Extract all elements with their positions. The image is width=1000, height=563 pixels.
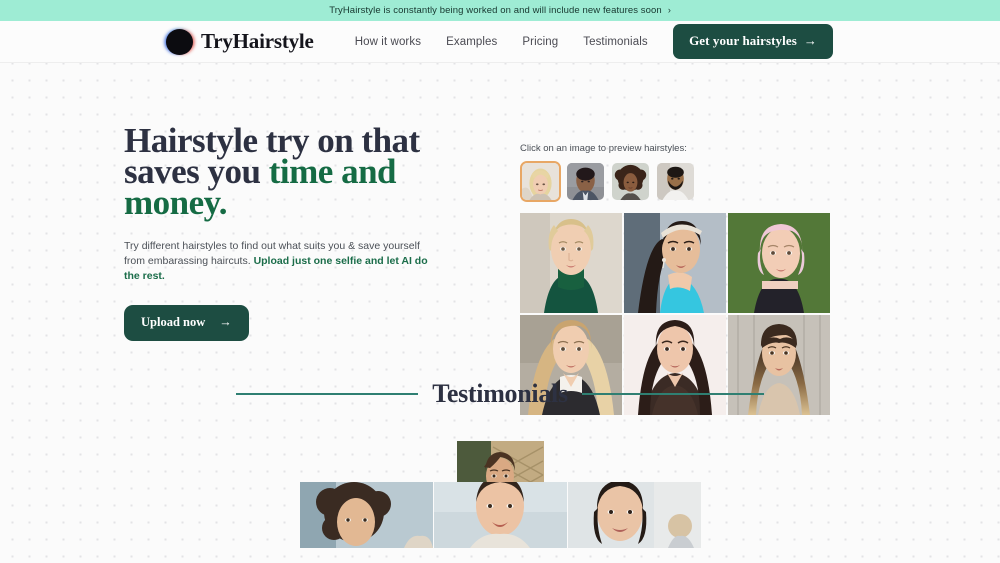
thumbnail-row — [520, 161, 835, 202]
hero-copy: Hairstyle try on that saves you time and… — [124, 123, 454, 341]
thumbnail-dark-haired-man[interactable] — [565, 161, 606, 202]
sleek-ponytail-image — [624, 213, 726, 313]
hero-title-line3-accent: money. — [124, 183, 227, 222]
nav-item-pricing[interactable]: Pricing — [522, 36, 558, 48]
smiling-person-photo — [434, 482, 567, 548]
divider-line-right — [581, 393, 764, 395]
hero-subtitle: Try different hairstyles to find out wha… — [124, 239, 436, 284]
get-your-hairstyles-button[interactable]: Get your hairstyles → — [673, 24, 833, 59]
blonde-woman-thumbnail-image — [522, 163, 559, 200]
thumbnail-curly-hair-woman[interactable] — [610, 161, 651, 202]
upload-button-label: Upload now — [141, 315, 206, 329]
announcement-text: TryHairstyle is constantly being worked … — [329, 5, 662, 16]
dark-haired-person-photo — [568, 482, 701, 548]
cta-label: Get your hairstyles — [689, 33, 797, 48]
testimonial-photo-curly-haired-man[interactable] — [300, 482, 433, 548]
testimonial-photo-dark-haired-person[interactable] — [568, 482, 701, 548]
announcement-bar[interactable]: TryHairstyle is constantly being worked … — [0, 0, 1000, 21]
preview-instruction-label: Click on an image to preview hairstyles: — [520, 143, 687, 154]
testimonials-title: Testimonials — [432, 379, 568, 408]
chevron-right-icon: › — [667, 5, 671, 15]
nav-links: How it works Examples Pricing Testimonia… — [355, 36, 648, 48]
bearded-man-thumbnail-image — [657, 163, 694, 200]
curly-haired-man-photo — [300, 482, 433, 548]
dark-haired-man-thumbnail-image — [567, 163, 604, 200]
main-navbar: TryHairstyle How it works Examples Prici… — [0, 21, 1000, 63]
logo-circle-icon — [166, 28, 193, 55]
page-title: Hairstyle try on that saves you time and… — [124, 123, 454, 220]
curly-hair-woman-thumbnail-image — [612, 163, 649, 200]
preview-panel: Click on an image to preview hairstyles: — [520, 143, 835, 415]
green-turtleneck-blonde-image — [520, 213, 622, 313]
testimonials-section: Testimonials — [0, 379, 1000, 548]
testimonial-photo-smiling-person[interactable] — [434, 482, 567, 548]
brand-name: TryHairstyle — [201, 29, 314, 53]
divider-line-left — [236, 393, 419, 395]
nav-item-testimonials[interactable]: Testimonials — [583, 36, 647, 48]
upload-now-button[interactable]: Upload now → — [124, 305, 249, 341]
result-green-turtleneck-blonde[interactable] — [520, 213, 622, 313]
thumbnail-bearded-man[interactable] — [655, 161, 696, 202]
arrow-right-icon: → — [803, 33, 817, 48]
testimonial-carousel-strip — [300, 482, 701, 548]
hero-section: Hairstyle try on that saves you time and… — [0, 63, 1000, 415]
nav-item-how-it-works[interactable]: How it works — [355, 36, 421, 48]
arrow-right-icon: → — [219, 315, 232, 329]
result-pink-pixie-bob[interactable] — [728, 213, 830, 313]
hero-title-line2-accent: time and — [268, 152, 397, 191]
thumbnail-blonde-woman[interactable] — [520, 161, 561, 202]
testimonials-heading: Testimonials — [0, 379, 1000, 409]
pink-pixie-bob-image — [728, 213, 830, 313]
nav-item-examples[interactable]: Examples — [446, 36, 497, 48]
result-sleek-ponytail[interactable] — [624, 213, 726, 313]
brand-logo[interactable]: TryHairstyle — [166, 28, 314, 55]
